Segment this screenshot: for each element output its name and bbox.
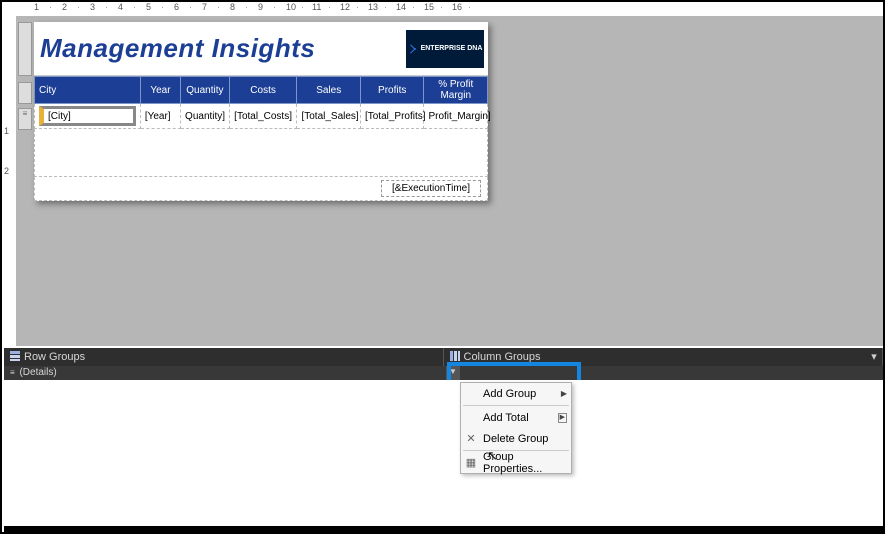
submenu-arrow-icon: ▶ xyxy=(558,413,567,423)
cell-total-profits[interactable]: [Total_Profits] xyxy=(360,104,424,129)
cell-total-sales[interactable]: [Total_Sales] xyxy=(297,104,361,129)
header-quantity[interactable]: Quantity xyxy=(181,77,230,104)
header-margin[interactable]: % Profit Margin xyxy=(424,77,488,104)
header-year[interactable]: Year xyxy=(140,77,180,104)
logo-text: ENTERPRISE DNA xyxy=(421,45,483,52)
data-row[interactable]: [City] [Year] Quantity] [Total_Costs] [T… xyxy=(35,104,488,129)
design-canvas[interactable]: ≡ Management Insights ENTERPRISE DNA Cit… xyxy=(16,16,883,346)
vertical-ruler: 1 2 xyxy=(2,16,16,266)
delete-icon: ✕ xyxy=(464,432,478,445)
data-table[interactable]: City Year Quantity Costs Sales Profits %… xyxy=(34,76,488,129)
horizontal-ruler: 1 · 2 · 3 · 4 · 5 · 6 · 7 · 8 · 9 · 10 ·… xyxy=(34,2,494,16)
header-sales[interactable]: Sales xyxy=(297,77,361,104)
dna-icon xyxy=(408,44,418,54)
logo[interactable]: ENTERPRISE DNA xyxy=(406,30,484,68)
cell-year[interactable]: [Year] xyxy=(140,104,180,129)
row-groups-label: Row Groups xyxy=(24,351,85,363)
details-icon: ≡ xyxy=(10,368,13,377)
row-handle[interactable]: ≡ xyxy=(18,108,32,130)
footer-row[interactable]: [&ExecutionTime] xyxy=(34,177,488,201)
menu-add-total[interactable]: Add Total ▶ xyxy=(461,407,571,428)
groups-panel-header: Row Groups Column Groups ▾ xyxy=(4,348,883,366)
menu-group-properties[interactable]: ▦ Group Properties... xyxy=(461,452,571,473)
details-label: (Details) xyxy=(19,367,56,378)
context-menu: Add Group ▶ Add Total ▶ ✕ Delete Group ▦… xyxy=(460,382,572,474)
cell-profit-margin[interactable]: Profit_Margin] xyxy=(424,104,488,129)
row-gutter: ≡ xyxy=(16,16,34,346)
cell-total-costs[interactable]: [Total_Costs] xyxy=(229,104,297,129)
column-groups-label: Column Groups xyxy=(464,351,541,363)
body-spacer[interactable] xyxy=(34,129,488,177)
column-groups-header[interactable]: Column Groups xyxy=(444,348,884,366)
execution-time-box[interactable]: [&ExecutionTime] xyxy=(381,180,481,197)
lower-workspace xyxy=(4,380,883,526)
header-profits[interactable]: Profits xyxy=(360,77,424,104)
column-groups-icon xyxy=(450,351,460,364)
bottom-border xyxy=(4,525,883,533)
details-group[interactable]: ≡ (Details) xyxy=(4,366,446,380)
row-groups-header[interactable]: Row Groups xyxy=(4,348,444,366)
submenu-arrow-icon: ▶ xyxy=(561,389,567,398)
details-dropdown-button[interactable]: ▼ xyxy=(446,366,460,380)
report-body[interactable]: Management Insights ENTERPRISE DNA City … xyxy=(34,22,488,201)
group-strip: ≡ (Details) ▼ xyxy=(4,366,883,380)
row-handle[interactable] xyxy=(18,22,32,76)
menu-add-group[interactable]: Add Group ▶ xyxy=(461,383,571,404)
cell-quantity[interactable]: Quantity] xyxy=(181,104,230,129)
row-handle[interactable] xyxy=(18,82,32,104)
panel-collapse-button[interactable]: ▾ xyxy=(867,350,881,364)
row-groups-icon xyxy=(10,351,20,364)
report-title[interactable]: Management Insights xyxy=(34,33,406,64)
properties-icon: ▦ xyxy=(464,456,478,469)
header-city[interactable]: City xyxy=(35,77,141,104)
header-costs[interactable]: Costs xyxy=(229,77,297,104)
menu-separator xyxy=(463,405,569,406)
cell-city[interactable]: [City] xyxy=(39,106,136,126)
menu-delete-group[interactable]: ✕ Delete Group xyxy=(461,428,571,449)
